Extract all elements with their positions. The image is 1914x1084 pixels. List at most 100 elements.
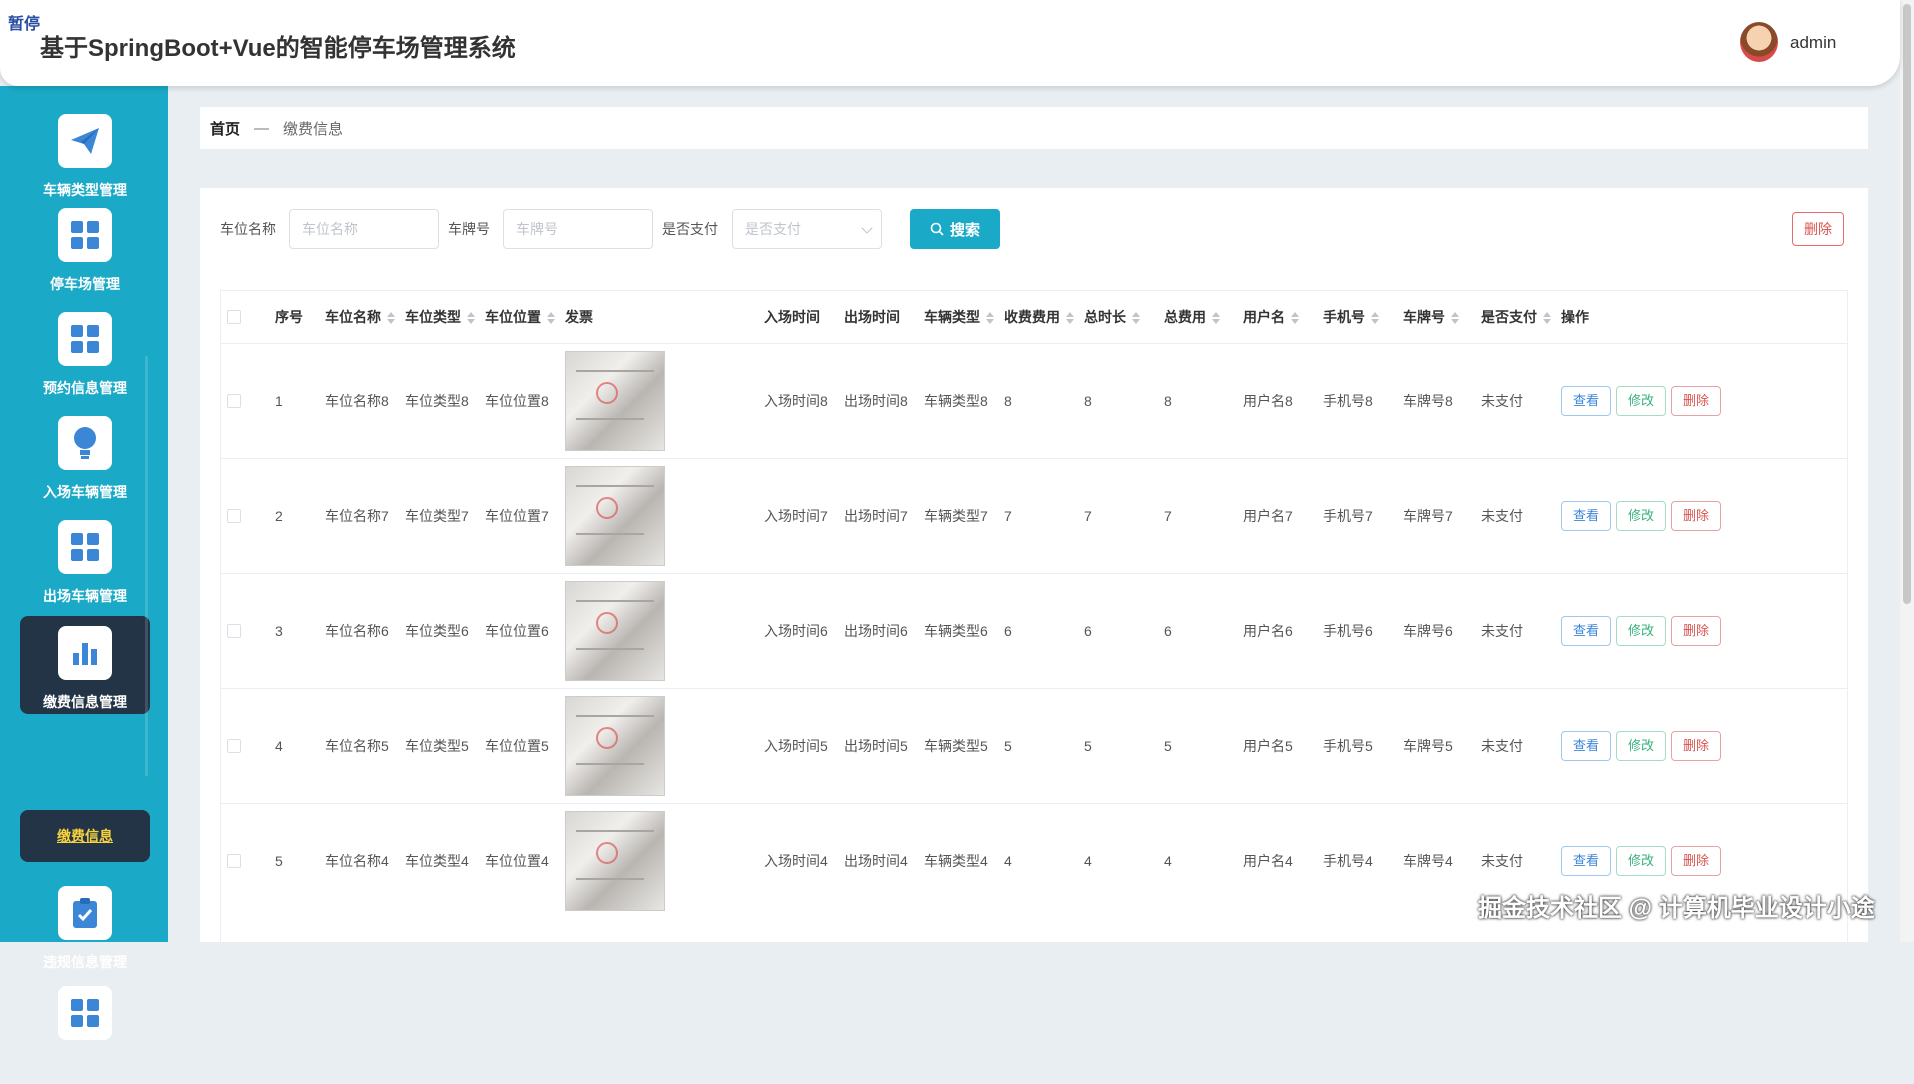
col-paid[interactable]: 是否支付 bbox=[1481, 291, 1551, 343]
page-scrollbar-thumb[interactable] bbox=[1903, 4, 1911, 604]
cell-out-time: 出场时间6 bbox=[844, 623, 908, 639]
sidebar-subitem-payment-info[interactable]: 缴费信息 bbox=[20, 810, 150, 862]
sidebar-item-reservation[interactable]: 预约信息管理 bbox=[20, 312, 150, 410]
paid-label: 是否支付 bbox=[662, 221, 718, 237]
clipboard-check-icon bbox=[58, 886, 112, 940]
sidebar-item-violation[interactable]: 违规信息管理 bbox=[20, 886, 150, 984]
search-form: 车位名称 车牌号 是否支付 是否支付 搜索 bbox=[220, 209, 1850, 249]
pause-tag: 暂停 bbox=[8, 16, 41, 33]
cell-index: 5 bbox=[275, 853, 283, 869]
row-checkbox[interactable] bbox=[227, 739, 241, 753]
cell-total: 6 bbox=[1164, 623, 1172, 639]
cell-vehicle-type: 车辆类型7 bbox=[924, 508, 988, 524]
edit-button[interactable]: 修改 bbox=[1616, 616, 1666, 646]
sort-icon[interactable] bbox=[1371, 312, 1379, 325]
col-fee[interactable]: 收费费用 bbox=[1004, 291, 1074, 343]
breadcrumb-home[interactable]: 首页 bbox=[210, 118, 240, 139]
sort-icon[interactable] bbox=[1132, 312, 1140, 325]
cell-phone: 手机号8 bbox=[1323, 393, 1373, 409]
batch-delete-button[interactable]: 删除 bbox=[1792, 212, 1844, 246]
spot-name-input[interactable] bbox=[289, 209, 439, 249]
invoice-thumbnail[interactable] bbox=[565, 581, 665, 681]
col-total[interactable]: 总费用 bbox=[1164, 291, 1220, 343]
view-button[interactable]: 查看 bbox=[1561, 616, 1611, 646]
col-spot-pos[interactable]: 车位位置 bbox=[485, 291, 555, 343]
col-spot-name[interactable]: 车位名称 bbox=[325, 291, 395, 343]
col-fee-label: 收费费用 bbox=[1004, 309, 1060, 325]
sort-icon[interactable] bbox=[1212, 312, 1220, 325]
sort-icon[interactable] bbox=[1291, 312, 1299, 325]
cell-out-time: 出场时间5 bbox=[844, 738, 908, 754]
paid-select[interactable]: 是否支付 bbox=[732, 209, 882, 249]
delete-button[interactable]: 删除 bbox=[1671, 846, 1721, 876]
edit-button[interactable]: 修改 bbox=[1616, 501, 1666, 531]
sidebar-item-entry-vehicles[interactable]: 入场车辆管理 bbox=[20, 416, 150, 514]
cell-in-time: 入场时间6 bbox=[764, 623, 828, 639]
view-button[interactable]: 查看 bbox=[1561, 731, 1611, 761]
invoice-thumbnail[interactable] bbox=[565, 466, 665, 566]
sidebar-item-more[interactable] bbox=[20, 986, 150, 1084]
delete-button[interactable]: 删除 bbox=[1671, 731, 1721, 761]
cell-user: 用户名6 bbox=[1243, 623, 1293, 639]
sidebar-item-label: 车辆类型管理 bbox=[43, 182, 127, 198]
col-vehicle-type[interactable]: 车辆类型 bbox=[924, 291, 994, 343]
sort-icon[interactable] bbox=[1066, 312, 1074, 325]
cell-user: 用户名7 bbox=[1243, 508, 1293, 524]
delete-button[interactable]: 删除 bbox=[1671, 501, 1721, 531]
sidebar-item-vehicle-type[interactable]: 车辆类型管理 bbox=[20, 114, 150, 212]
grid-icon bbox=[58, 520, 112, 574]
row-checkbox[interactable] bbox=[227, 394, 241, 408]
delete-button[interactable]: 删除 bbox=[1671, 616, 1721, 646]
row-checkbox[interactable] bbox=[227, 509, 241, 523]
sidebar-item-parking-lot[interactable]: 停车场管理 bbox=[20, 208, 150, 306]
sort-icon[interactable] bbox=[1543, 312, 1551, 325]
sort-icon[interactable] bbox=[547, 312, 555, 325]
cell-spot-pos: 车位位置8 bbox=[485, 393, 549, 409]
sort-icon[interactable] bbox=[467, 312, 475, 325]
watermark: 掘金技术社区 @ 计算机毕业设计小途 bbox=[1478, 895, 1875, 922]
cell-out-time: 出场时间8 bbox=[844, 393, 908, 409]
cell-spot-type: 车位类型8 bbox=[405, 393, 469, 409]
page-scrollbar[interactable] bbox=[1900, 0, 1914, 942]
col-in-time: 入场时间 bbox=[764, 309, 820, 325]
sort-icon[interactable] bbox=[387, 312, 395, 325]
cell-spot-pos: 车位位置4 bbox=[485, 853, 549, 869]
edit-button[interactable]: 修改 bbox=[1616, 846, 1666, 876]
view-button[interactable]: 查看 bbox=[1561, 501, 1611, 531]
plate-label: 车牌号 bbox=[448, 221, 490, 237]
payment-table: 序号 车位名称 车位类型 车位位置 发票 入场时间 出场时间 车辆类型 收费费用… bbox=[220, 290, 1848, 950]
col-plate-label: 车牌号 bbox=[1403, 309, 1445, 325]
cell-vehicle-type: 车辆类型8 bbox=[924, 393, 988, 409]
col-user[interactable]: 用户名 bbox=[1243, 291, 1299, 343]
view-button[interactable]: 查看 bbox=[1561, 386, 1611, 416]
edit-button[interactable]: 修改 bbox=[1616, 386, 1666, 416]
col-spot-type[interactable]: 车位类型 bbox=[405, 291, 475, 343]
row-checkbox[interactable] bbox=[227, 624, 241, 638]
sort-icon[interactable] bbox=[986, 312, 994, 325]
cell-phone: 手机号7 bbox=[1323, 508, 1373, 524]
view-button[interactable]: 查看 bbox=[1561, 846, 1611, 876]
invoice-thumbnail[interactable] bbox=[565, 696, 665, 796]
sort-icon[interactable] bbox=[1451, 312, 1459, 325]
col-duration[interactable]: 总时长 bbox=[1084, 291, 1140, 343]
sidebar-item-label: 违规信息管理 bbox=[43, 954, 127, 970]
sidebar: 车辆类型管理 停车场管理 预约信息管理 入场车辆管理 出场车辆管理 缴费信息管理… bbox=[0, 86, 168, 1040]
sidebar-scrollbar[interactable] bbox=[145, 356, 148, 776]
plate-input[interactable] bbox=[503, 209, 653, 249]
delete-button[interactable]: 删除 bbox=[1671, 386, 1721, 416]
username[interactable]: admin bbox=[1790, 33, 1836, 53]
avatar[interactable] bbox=[1740, 22, 1778, 62]
col-phone[interactable]: 手机号 bbox=[1323, 291, 1379, 343]
select-all-checkbox[interactable] bbox=[227, 310, 241, 324]
breadcrumb-current: 缴费信息 bbox=[283, 120, 344, 138]
invoice-thumbnail[interactable] bbox=[565, 811, 665, 911]
invoice-thumbnail[interactable] bbox=[565, 351, 665, 451]
sidebar-item-exit-vehicles[interactable]: 出场车辆管理 bbox=[20, 520, 150, 618]
edit-button[interactable]: 修改 bbox=[1616, 731, 1666, 761]
col-plate[interactable]: 车牌号 bbox=[1403, 291, 1459, 343]
row-checkbox[interactable] bbox=[227, 854, 241, 868]
search-button[interactable]: 搜索 bbox=[910, 209, 1000, 249]
cell-spot-pos: 车位位置7 bbox=[485, 508, 549, 524]
cell-duration: 7 bbox=[1084, 508, 1092, 524]
sidebar-item-payment[interactable]: 缴费信息管理 bbox=[20, 616, 150, 714]
